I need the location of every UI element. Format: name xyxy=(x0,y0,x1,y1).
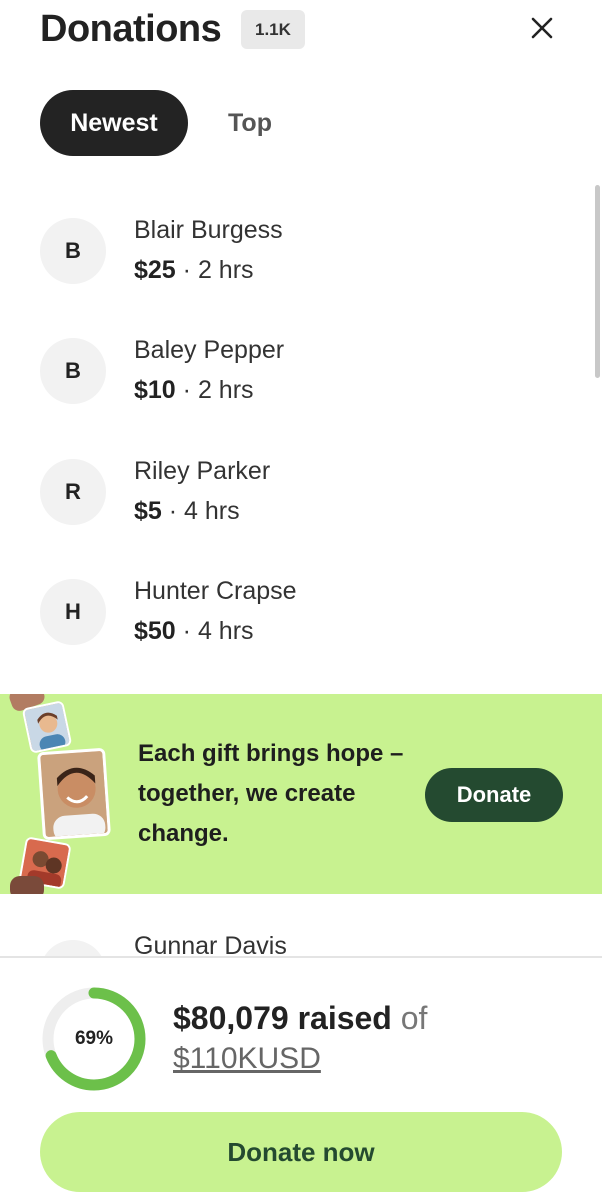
avatar: R xyxy=(40,459,106,525)
page-title: Donations xyxy=(40,8,222,50)
tab-newest[interactable]: Newest xyxy=(40,90,188,156)
donation-meta: $25 · 2 hrs xyxy=(134,256,254,285)
meta-separator: · xyxy=(175,617,198,645)
avatar: H xyxy=(40,579,106,645)
meta-separator: · xyxy=(175,256,198,284)
progress-percent: 69% xyxy=(74,1028,114,1049)
donation-count-badge: 1.1K xyxy=(241,10,305,49)
donation-time: 2 hrs xyxy=(197,256,254,284)
donation-time: 4 hrs xyxy=(197,617,254,645)
goal-link[interactable]: $110KUSD xyxy=(173,1042,321,1076)
donation-time: 4 hrs xyxy=(184,497,240,525)
donation-amount: $25 xyxy=(134,256,176,284)
donation-item: H Hunter Crapse $50 · 4 hrs xyxy=(0,577,590,667)
close-icon xyxy=(531,17,553,39)
meta-separator: · xyxy=(161,497,185,525)
tab-top[interactable]: Top xyxy=(188,90,312,156)
donate-now-button[interactable]: Donate now xyxy=(40,1112,562,1192)
raised-of: of xyxy=(391,1000,428,1036)
donation-item: B Baley Pepper $10 · 2 hrs xyxy=(0,336,590,426)
promo-banner: Each gift brings hope – together, we cre… xyxy=(0,694,602,894)
donor-name: Hunter Crapse xyxy=(134,577,297,605)
child-photo xyxy=(37,747,111,841)
donation-item: B Blair Burgess $25 · 2 hrs xyxy=(0,216,590,306)
donor-photo xyxy=(10,876,44,894)
donation-item: R Riley Parker $5 · 4 hrs xyxy=(0,457,590,547)
raised-amount: $80,079 raised of xyxy=(173,1000,427,1037)
meta-separator: · xyxy=(175,376,198,404)
close-button[interactable] xyxy=(526,12,558,44)
avatar: B xyxy=(40,218,106,284)
promo-message: Each gift brings hope – together, we cre… xyxy=(138,740,404,847)
person-photo-icon xyxy=(24,701,73,754)
donor-photo xyxy=(21,700,73,754)
donation-meta: $50 · 4 hrs xyxy=(134,617,254,646)
header: Donations 1.1K xyxy=(0,0,602,70)
donation-meta: $5 · 4 hrs xyxy=(134,497,240,526)
donation-meta: $10 · 2 hrs xyxy=(134,376,254,405)
raised-value: $80,079 raised xyxy=(173,1000,392,1036)
donation-amount: $5 xyxy=(134,497,162,525)
avatar: B xyxy=(40,338,106,404)
donor-name: Baley Pepper xyxy=(134,336,285,364)
smiling-child-photo-icon xyxy=(40,750,111,841)
donation-amount: $10 xyxy=(134,376,176,404)
donor-name: Blair Burgess xyxy=(134,216,283,244)
scrollbar[interactable] xyxy=(595,185,600,378)
donor-name: Riley Parker xyxy=(134,457,271,485)
promo-donate-button[interactable]: Donate xyxy=(425,768,563,822)
donation-amount: $50 xyxy=(134,617,176,645)
donation-time: 2 hrs xyxy=(197,376,254,404)
